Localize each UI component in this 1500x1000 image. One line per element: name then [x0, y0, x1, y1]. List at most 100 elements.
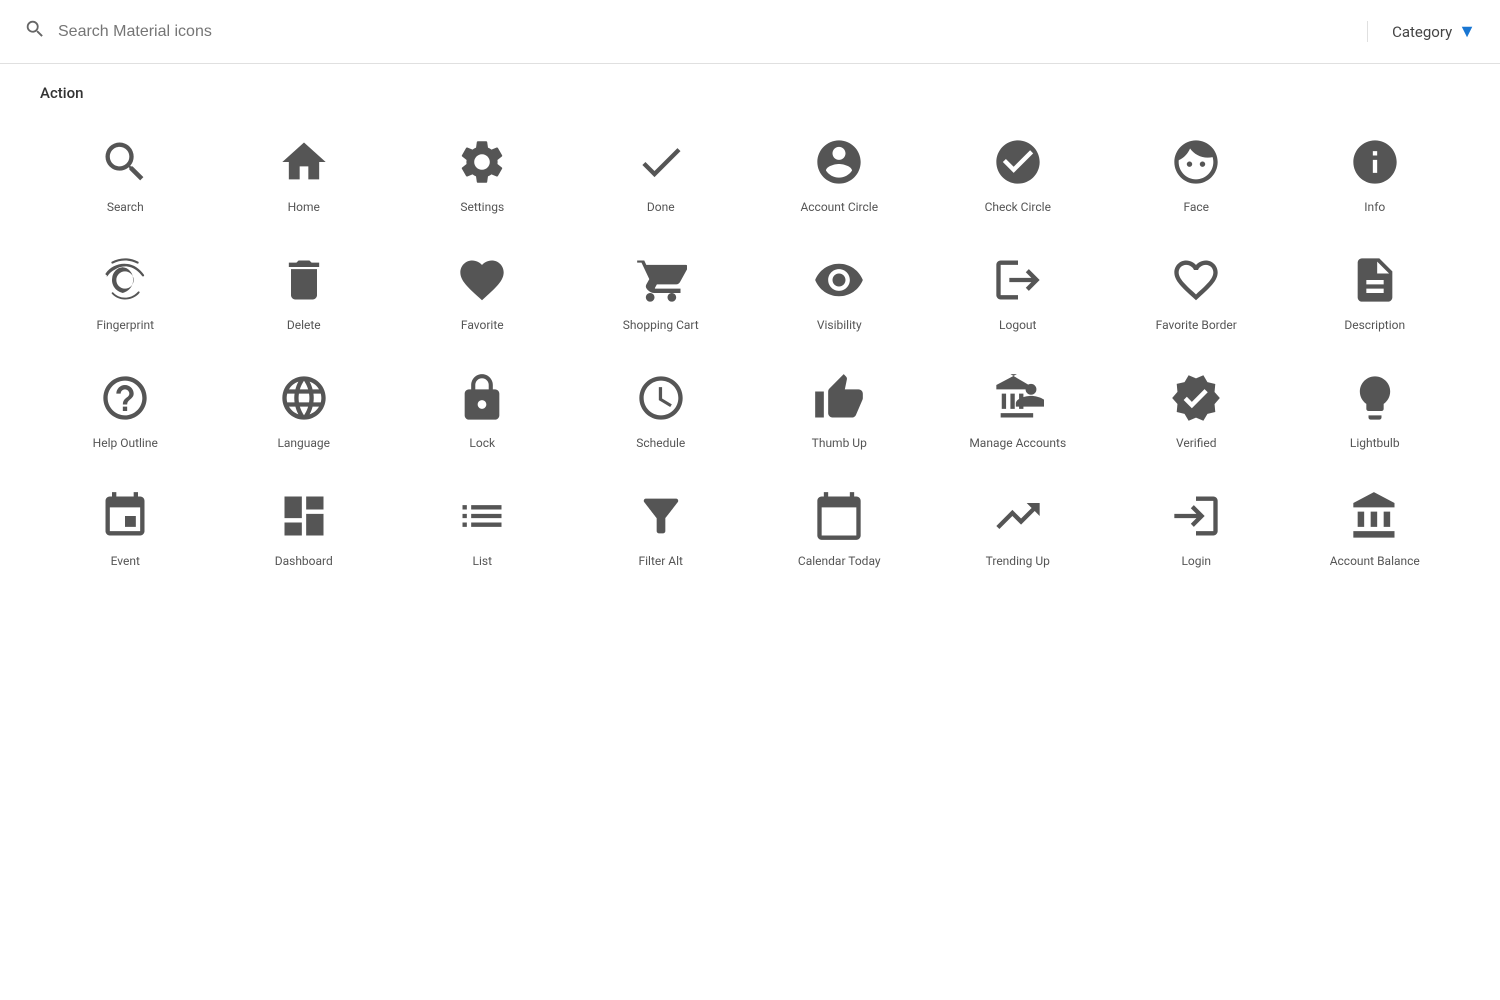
- visibility-icon: [813, 254, 865, 306]
- icon-cell-lightbulb[interactable]: Lightbulb: [1290, 354, 1461, 464]
- icon-cell-face[interactable]: Face: [1111, 118, 1282, 228]
- icon-cell-search[interactable]: Search: [40, 118, 211, 228]
- icon-cell-shopping_cart[interactable]: Shopping Cart: [576, 236, 747, 346]
- icon-label-check_circle: Check Circle: [985, 200, 1051, 216]
- icon-label-login: Login: [1181, 554, 1211, 570]
- icon-cell-list[interactable]: List: [397, 472, 568, 582]
- trending_up-icon: [992, 490, 1044, 542]
- search-area: [24, 18, 1367, 46]
- filter_alt-icon: [635, 490, 687, 542]
- icon-cell-login[interactable]: Login: [1111, 472, 1282, 582]
- icon-cell-settings[interactable]: Settings: [397, 118, 568, 228]
- icon-label-filter_alt: Filter Alt: [639, 554, 683, 570]
- icon-cell-logout[interactable]: Logout: [933, 236, 1104, 346]
- help_outline-icon: [99, 372, 151, 424]
- icon-cell-lock[interactable]: Lock: [397, 354, 568, 464]
- description-icon: [1349, 254, 1401, 306]
- shopping_cart-icon: [635, 254, 687, 306]
- category-label: Category: [1392, 23, 1452, 41]
- info-icon: [1349, 136, 1401, 188]
- icon-label-event: Event: [111, 554, 140, 570]
- icon-label-thumb_up: Thumb Up: [812, 436, 867, 452]
- lock-icon: [456, 372, 508, 424]
- category-dropdown[interactable]: Category ▼: [1367, 21, 1476, 42]
- icon-label-lightbulb: Lightbulb: [1350, 436, 1400, 452]
- icon-label-account_circle: Account Circle: [800, 200, 878, 216]
- icon-label-favorite: Favorite: [461, 318, 504, 334]
- icon-label-info: Info: [1364, 200, 1385, 216]
- icon-label-settings: Settings: [460, 200, 504, 216]
- icon-label-favorite_border: Favorite Border: [1156, 318, 1237, 334]
- icon-cell-favorite[interactable]: Favorite: [397, 236, 568, 346]
- icon-label-done: Done: [647, 200, 675, 216]
- icon-cell-event[interactable]: Event: [40, 472, 211, 582]
- favorite-icon: [456, 254, 508, 306]
- icon-grid: Search Home Settings Done Account Circle Chec…: [40, 118, 1460, 582]
- account_circle-icon: [813, 136, 865, 188]
- icon-label-verified: Verified: [1176, 436, 1217, 452]
- dashboard-icon: [278, 490, 330, 542]
- icon-cell-dashboard[interactable]: Dashboard: [219, 472, 390, 582]
- icon-label-trending_up: Trending Up: [986, 554, 1050, 570]
- icon-label-help_outline: Help Outline: [93, 436, 158, 452]
- icon-cell-check_circle[interactable]: Check Circle: [933, 118, 1104, 228]
- icon-label-search: Search: [107, 200, 144, 216]
- icon-label-schedule: Schedule: [636, 436, 685, 452]
- icon-cell-favorite_border[interactable]: Favorite Border: [1111, 236, 1282, 346]
- main-content: Action SearchHomeSettingsDoneAccount Cir…: [0, 64, 1500, 602]
- lightbulb-icon: [1349, 372, 1401, 424]
- fingerprint-icon: [99, 254, 151, 306]
- search-icon-header: [24, 18, 46, 46]
- calendar_today-icon: [813, 490, 865, 542]
- icon-label-delete: Delete: [287, 318, 321, 334]
- login-icon: [1170, 490, 1222, 542]
- icon-label-language: Language: [277, 436, 330, 452]
- search-input[interactable]: [58, 23, 1367, 41]
- delete-icon: [278, 254, 330, 306]
- home-icon: [278, 136, 330, 188]
- verified-icon: [1170, 372, 1222, 424]
- face-icon: [1170, 136, 1222, 188]
- header: Category ▼: [0, 0, 1500, 64]
- language-icon: [278, 372, 330, 424]
- icon-label-fingerprint: Fingerprint: [96, 318, 154, 334]
- icon-cell-trending_up[interactable]: Trending Up: [933, 472, 1104, 582]
- icon-label-account_balance: Account Balance: [1330, 554, 1420, 570]
- event-icon: [99, 490, 151, 542]
- icon-cell-visibility[interactable]: Visibility: [754, 236, 925, 346]
- icon-label-manage_accounts: Manage Accounts: [969, 436, 1066, 452]
- icon-label-lock: Lock: [469, 436, 495, 452]
- icon-cell-done[interactable]: Done: [576, 118, 747, 228]
- check_circle-icon: [992, 136, 1044, 188]
- schedule-icon: [635, 372, 687, 424]
- icon-cell-help_outline[interactable]: Help Outline: [40, 354, 211, 464]
- icon-label-shopping_cart: Shopping Cart: [623, 318, 699, 334]
- icon-cell-account_circle[interactable]: Account Circle: [754, 118, 925, 228]
- favorite_border-icon: [1170, 254, 1222, 306]
- list-icon: [456, 490, 508, 542]
- icon-label-home: Home: [288, 200, 320, 216]
- icon-cell-description[interactable]: Description: [1290, 236, 1461, 346]
- icon-cell-verified[interactable]: Verified: [1111, 354, 1282, 464]
- icon-cell-thumb_up[interactable]: Thumb Up: [754, 354, 925, 464]
- thumb_up-icon: [813, 372, 865, 424]
- icon-cell-manage_accounts[interactable]: Manage Accounts: [933, 354, 1104, 464]
- icon-cell-info[interactable]: Info: [1290, 118, 1461, 228]
- icon-cell-calendar_today[interactable]: Calendar Today: [754, 472, 925, 582]
- icon-cell-home[interactable]: Home: [219, 118, 390, 228]
- account_balance-icon: [1349, 490, 1401, 542]
- icon-label-face: Face: [1183, 200, 1209, 216]
- icon-label-logout: Logout: [999, 318, 1036, 334]
- icon-cell-delete[interactable]: Delete: [219, 236, 390, 346]
- icon-cell-fingerprint[interactable]: Fingerprint: [40, 236, 211, 346]
- icon-label-calendar_today: Calendar Today: [798, 554, 881, 570]
- chevron-down-icon: ▼: [1458, 21, 1476, 42]
- icon-cell-account_balance[interactable]: Account Balance: [1290, 472, 1461, 582]
- icon-label-description: Description: [1344, 318, 1405, 334]
- icon-cell-schedule[interactable]: Schedule: [576, 354, 747, 464]
- manage_accounts-icon: [992, 372, 1044, 424]
- icon-cell-language[interactable]: Language: [219, 354, 390, 464]
- icon-label-visibility: Visibility: [817, 318, 862, 334]
- done-icon: [635, 136, 687, 188]
- icon-cell-filter_alt[interactable]: Filter Alt: [576, 472, 747, 582]
